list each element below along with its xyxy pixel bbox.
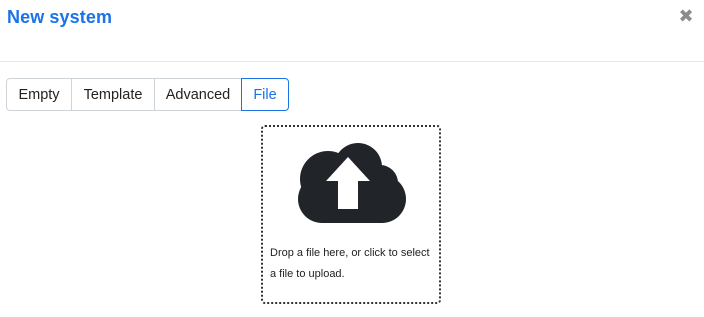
dialog-header: New system ✖ — [0, 0, 704, 62]
close-icon: ✖ — [678, 6, 694, 27]
new-system-dialog: New system ✖ Empty Template Advanced Fil… — [0, 0, 704, 317]
tab-group: Empty Template Advanced File — [6, 78, 289, 111]
tab-file[interactable]: File — [241, 78, 289, 111]
tab-advanced[interactable]: Advanced — [154, 78, 242, 111]
dialog-title: New system — [7, 7, 113, 27]
file-dropzone[interactable]: Drop a file here, or click to select a f… — [261, 125, 441, 304]
close-button[interactable]: ✖ — [678, 8, 694, 26]
dropzone-instructions: Drop a file here, or click to select a f… — [270, 247, 430, 280]
cloud-upload-icon — [298, 143, 406, 223]
tab-empty[interactable]: Empty — [6, 78, 72, 111]
tab-template[interactable]: Template — [71, 78, 155, 111]
